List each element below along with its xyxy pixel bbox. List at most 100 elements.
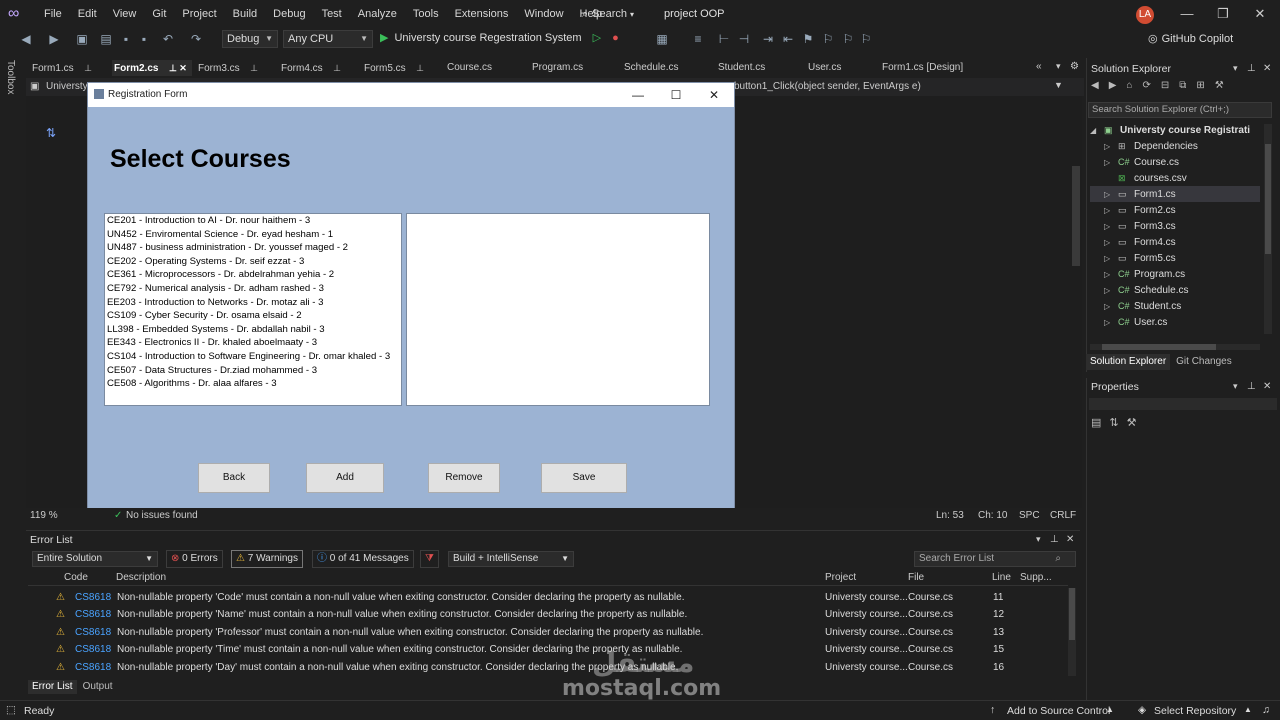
expand-arrow-icon[interactable]: ▷ (1104, 235, 1118, 251)
tree-item-form2-cs[interactable]: ▷ ▭ Form2.cs (1090, 202, 1260, 218)
expand-arrow-icon[interactable]: ▷ (1104, 139, 1118, 155)
expand-arrow-icon[interactable]: ▷ (1104, 203, 1118, 219)
menu-item-project[interactable]: Project (174, 0, 224, 28)
scrollbar-thumb[interactable] (1265, 144, 1271, 254)
pin-icon[interactable]: ⊥ (414, 63, 424, 73)
tree-item-project-root[interactable]: ◢ ▣ Universty course Registrati (1090, 122, 1260, 138)
header-line[interactable]: Line (992, 572, 1011, 583)
alphabetical-icon[interactable]: ⇅ (1109, 416, 1118, 429)
line-ending[interactable]: CRLF (1050, 510, 1076, 521)
save-all-icon[interactable]: ▪ (136, 31, 152, 47)
expand-arrow-icon[interactable]: ▷ (1104, 219, 1118, 235)
scrollbar-thumb[interactable] (1102, 344, 1216, 350)
course-list-item[interactable]: EE203 - Introduction to Networks - Dr. m… (105, 296, 401, 310)
forward-nav-icon[interactable]: ▶ (46, 31, 62, 47)
chevron-down-icon[interactable]: ▾ (1036, 534, 1041, 545)
course-list-item[interactable]: CE202 - Operating Systems - Dr. seif ezz… (105, 255, 401, 269)
show-all-icon[interactable]: ⧉ (1179, 80, 1186, 91)
open-folder-icon[interactable]: ▤ (98, 31, 114, 47)
pin-icon[interactable]: ⊥ (1247, 381, 1256, 392)
scrollbar-thumb[interactable] (1072, 166, 1080, 266)
notification-icon[interactable]: ⬚ (6, 704, 16, 716)
bookmark-prev-icon[interactable]: ⚐ (820, 31, 836, 47)
error-code-link[interactable]: CS8618 (75, 659, 111, 676)
bookmark-next-icon[interactable]: ⚐ (840, 31, 856, 47)
tab-form5-cs[interactable]: Form5.cs ⊥ (362, 60, 438, 76)
indent-icon[interactable]: ⇥ (760, 31, 776, 47)
expand-arrow-icon[interactable]: ▷ (1104, 251, 1118, 267)
save-icon[interactable]: ▪ (118, 31, 134, 47)
zoom-level[interactable]: 119 % (30, 510, 58, 521)
course-list-item[interactable]: UN452 - Enviromental Science - Dr. eyad … (105, 228, 401, 242)
filter-icon[interactable]: ⧩ (420, 550, 439, 568)
align-right-icon[interactable]: ⊣ (736, 31, 752, 47)
tree-horizontal-scrollbar[interactable] (1090, 344, 1260, 350)
error-code-link[interactable]: CS8618 (75, 589, 111, 606)
error-list-search-input[interactable]: Search Error List ⌕ (914, 551, 1076, 567)
course-list-item[interactable]: CS109 - Cyber Security - Dr. osama elsai… (105, 309, 401, 323)
outdent-icon[interactable]: ⇤ (780, 31, 796, 47)
tab-form1-cs-design[interactable]: Form1.cs [Design] (880, 60, 994, 76)
tree-item-form3-cs[interactable]: ▷ ▭ Form3.cs (1090, 218, 1260, 234)
bookmark-clear-icon[interactable]: ⚐ (858, 31, 874, 47)
bell-icon[interactable]: ♫ (1262, 704, 1270, 716)
menu-item-test[interactable]: Test (314, 0, 350, 28)
close-icon[interactable]: ✕ (1066, 534, 1074, 545)
error-code-link[interactable]: CS8618 (75, 624, 111, 641)
error-code-link[interactable]: CS8618 (75, 641, 111, 658)
form-maximize-icon[interactable]: ☐ (664, 85, 688, 105)
close-icon[interactable]: ✕ (1250, 4, 1270, 24)
tab-form2-cs[interactable]: Form2.cs ⊥ ✕ (112, 60, 192, 76)
header-description[interactable]: Description (116, 572, 166, 583)
expand-arrow-icon[interactable]: ▷ (1104, 187, 1118, 203)
tree-item-schedule-cs[interactable]: ▷ C# Schedule.cs (1090, 282, 1260, 298)
tab-schedule-cs[interactable]: Schedule.cs (622, 60, 710, 76)
tree-item-form5-cs[interactable]: ▷ ▭ Form5.cs (1090, 250, 1260, 266)
chevron-down-icon[interactable]: ▾ (1233, 381, 1238, 392)
maximize-icon[interactable]: ❐ (1213, 4, 1233, 24)
forward-icon[interactable]: ▶ (1109, 80, 1117, 91)
tab-list-icon[interactable]: ▾ (1056, 61, 1061, 72)
tab-error-list[interactable]: Error List (28, 680, 77, 694)
menu-item-tools[interactable]: Tools (405, 0, 447, 28)
categorized-icon[interactable]: ▤ (1091, 416, 1101, 429)
select-repository-button[interactable]: Select Repository (1154, 705, 1236, 717)
tree-item-dependencies[interactable]: ▷ ⊞ Dependencies (1090, 138, 1260, 154)
minimize-icon[interactable]: — (1177, 4, 1197, 24)
form-minimize-icon[interactable]: — (626, 85, 650, 105)
warnings-filter-toggle[interactable]: ⚠ 7 Warnings (231, 550, 303, 568)
header-file[interactable]: File (908, 572, 924, 583)
undo-icon[interactable]: ↶ (160, 31, 176, 47)
build-filter-select[interactable]: Build + IntelliSense ▼ (448, 551, 574, 567)
pin-icon[interactable]: ⊥ (82, 63, 92, 73)
error-list-row[interactable]: ⚠ CS8618 Non-nullable property 'Day' must … (28, 659, 1068, 676)
tree-item-program-cs[interactable]: ▷ C# Program.cs (1090, 266, 1260, 282)
header-project[interactable]: Project (825, 572, 856, 583)
wrench-icon[interactable]: ⚒ (1215, 80, 1224, 91)
error-list-row[interactable]: ⚠ CS8618 Non-nullable property 'Code' must… (28, 589, 1068, 606)
tab-git-changes[interactable]: Git Changes (1170, 354, 1238, 370)
chevron-down-icon[interactable]: ▾ (1233, 63, 1238, 74)
platform-select[interactable]: Any CPU ▼ (283, 30, 373, 48)
tab-form1-cs[interactable]: Form1.cs ⊥ (30, 60, 106, 76)
course-list-item[interactable]: UN487 - business administration - Dr. yo… (105, 241, 401, 255)
save-button[interactable]: Save (541, 463, 627, 493)
solution-explorer-search-input[interactable]: Search Solution Explorer (Ctrl+;) (1088, 102, 1272, 118)
tab-close-icon[interactable]: ⊥ ✕ (166, 63, 187, 73)
back-button[interactable]: Back (198, 463, 270, 493)
new-item-icon[interactable]: ▣ (74, 31, 90, 47)
hot-reload-icon[interactable]: ● (612, 32, 619, 44)
expand-arrow-icon[interactable]: ▷ (1104, 267, 1118, 283)
nav-member-dropdown[interactable]: button1_Click(object sender, EventArgs e… (734, 81, 921, 92)
course-list-item[interactable]: CE508 - Algorithms - Dr. alaa alfares - … (105, 377, 401, 391)
avatar[interactable]: LA (1136, 6, 1154, 24)
course-list-item[interactable]: CE361 - Microprocessors - Dr. abdelrahma… (105, 268, 401, 282)
menu-item-debug[interactable]: Debug (265, 0, 313, 28)
close-icon[interactable]: ✕ (1263, 63, 1271, 74)
selected-courses-listbox[interactable] (406, 213, 710, 406)
format-icon[interactable]: ≡ (690, 31, 706, 47)
tab-form4-cs[interactable]: Form4.cs ⊥ (279, 60, 355, 76)
scrollbar-thumb[interactable] (1069, 588, 1075, 640)
tab-program-cs[interactable]: Program.cs (530, 60, 616, 76)
tree-item-courses-csv[interactable]: ⊠ courses.csv (1090, 170, 1260, 186)
